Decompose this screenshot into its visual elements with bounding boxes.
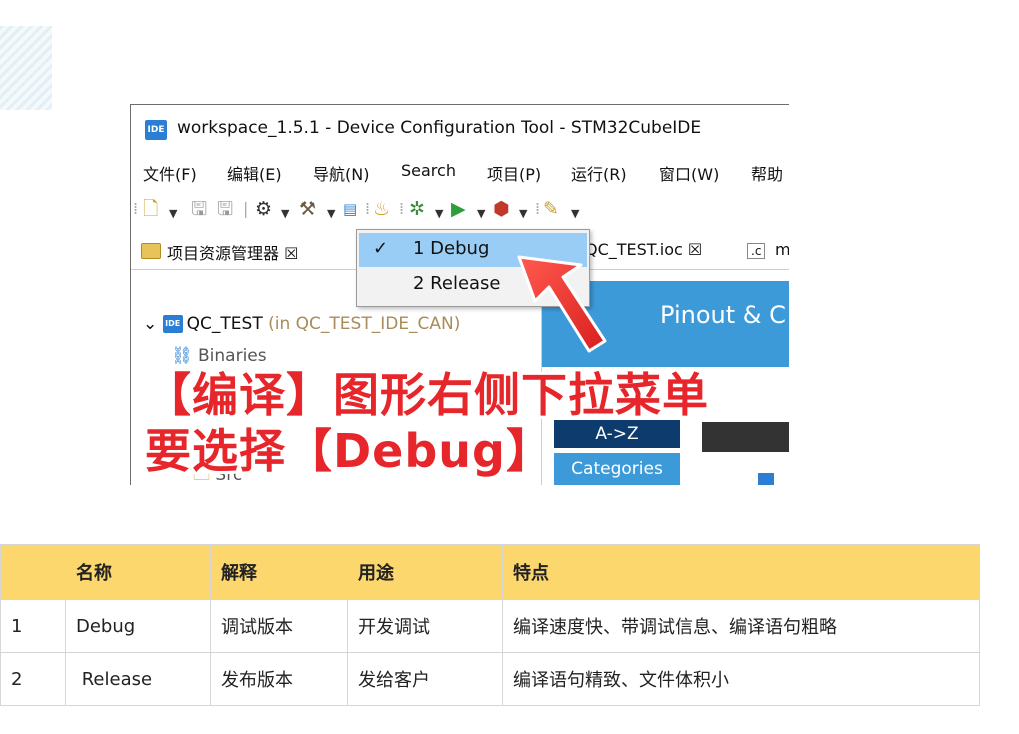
annotation-line-2: 要选择【Debug】: [145, 424, 553, 478]
header-usage: 用途: [347, 544, 503, 600]
cell-explain: 调试版本: [210, 599, 348, 653]
cell-usage: 开发调试: [347, 599, 503, 653]
cell-features: 编译语句精致、文件体积小: [502, 652, 980, 706]
cell-features: 编译速度快、带调试信息、编译语句粗略: [502, 599, 980, 653]
table-header-row: 名称 解释 用途 特点: [0, 544, 980, 600]
cell-explain: 发布版本: [210, 652, 348, 706]
build-comparison-table: 名称 解释 用途 特点 1 Debug 调试版本 开发调试 编译速度快、带调试信…: [0, 544, 980, 706]
cell-usage: 发给客户: [347, 652, 503, 706]
ide-screenshot: IDE workspace_1.5.1 - Device Configurati…: [130, 104, 789, 485]
header-explain: 解释: [210, 544, 348, 600]
cell-name: Debug: [65, 599, 211, 653]
cell-index: 1: [0, 599, 66, 653]
header-name: 名称: [65, 544, 211, 600]
cell-name: Release: [65, 652, 211, 706]
table-row: 1 Debug 调试版本 开发调试 编译速度快、带调试信息、编译语句粗略: [0, 599, 980, 653]
header-features: 特点: [502, 544, 980, 600]
decorative-stripes: [0, 26, 52, 110]
table-row: 2 Release 发布版本 发给客户 编译语句精致、文件体积小: [0, 652, 980, 706]
header-index: [0, 544, 66, 600]
cell-index: 2: [0, 652, 66, 706]
